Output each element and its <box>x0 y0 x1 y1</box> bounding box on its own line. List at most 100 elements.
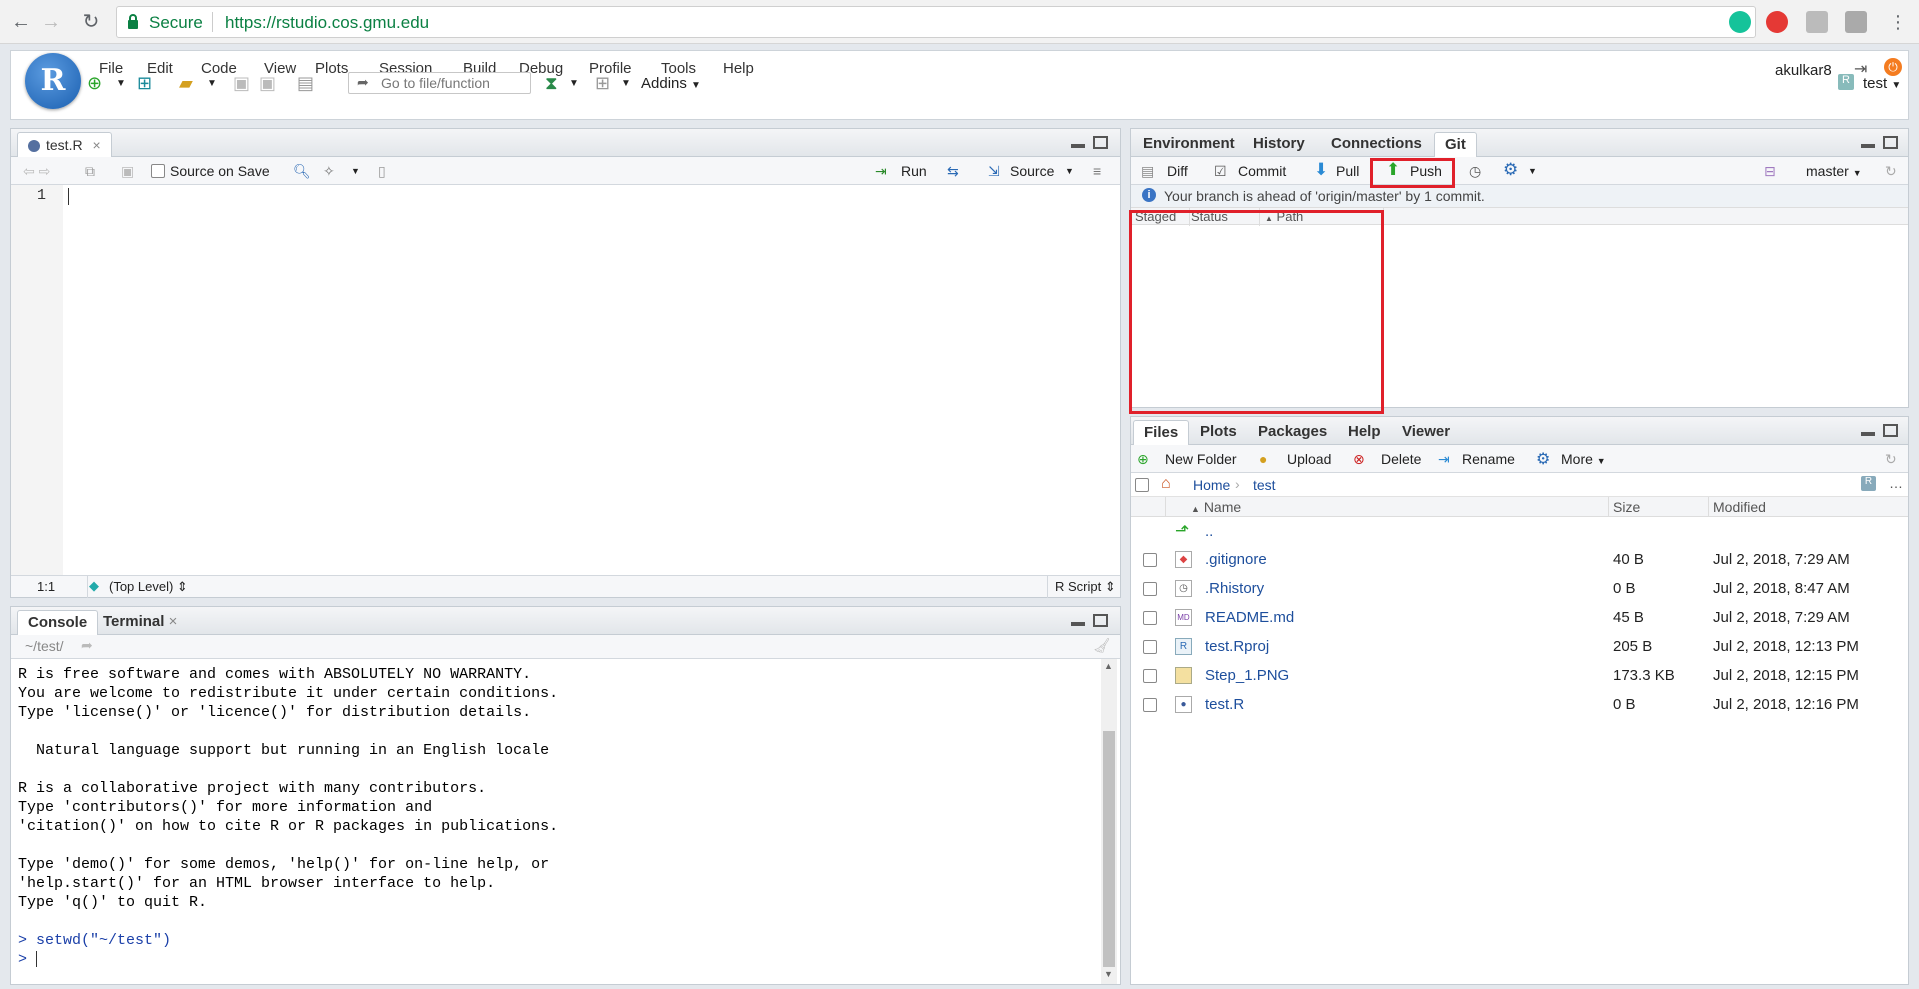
search-icon[interactable]: 🔍︎ <box>293 163 311 180</box>
parent-directory-link[interactable]: .. <box>1205 523 1213 540</box>
close-tab-icon[interactable]: × <box>169 613 178 630</box>
maximize-pane-icon[interactable] <box>1883 424 1898 437</box>
pull-button[interactable]: Pull <box>1336 163 1359 179</box>
maximize-pane-icon[interactable] <box>1883 136 1898 149</box>
go-to-project-icon[interactable]: R <box>1861 476 1876 491</box>
tab-packages[interactable]: Packages <box>1248 420 1337 445</box>
tab-terminal[interactable]: Terminal × <box>93 610 187 635</box>
scroll-down-arrow-icon[interactable]: ▼ <box>1104 969 1113 979</box>
code-editor[interactable] <box>63 185 1120 576</box>
chevron-down-icon[interactable]: ▼ <box>569 78 579 96</box>
menu-file[interactable]: File <box>99 60 123 77</box>
save-icon[interactable]: ▣ <box>233 73 250 93</box>
col-size[interactable]: Size <box>1613 499 1640 515</box>
branch-selector[interactable]: master ▼ <box>1806 163 1862 179</box>
file-name-link[interactable]: test.Rproj <box>1205 638 1269 655</box>
file-row[interactable]: Step_1.PNG 173.3 KB Jul 2, 2018, 12:15 PM <box>1131 663 1908 689</box>
scope-selector[interactable]: (Top Level) ⇕ <box>109 579 188 595</box>
file-name-link[interactable]: .Rhistory <box>1205 580 1264 597</box>
col-name[interactable]: ▲ Name <box>1191 499 1241 515</box>
tab-git[interactable]: Git <box>1434 132 1477 157</box>
breadcrumb-test[interactable]: test <box>1253 477 1276 493</box>
run-button[interactable]: Run <box>901 163 927 179</box>
console-output[interactable]: R is free software and comes with ABSOLU… <box>18 665 1098 980</box>
browser-menu-icon[interactable]: ⋮ <box>1885 9 1911 35</box>
new-file-icon[interactable]: ⊕ <box>87 73 102 93</box>
source-icon[interactable]: ⇲ <box>988 163 1000 180</box>
file-row[interactable]: MD README.md 45 B Jul 2, 2018, 7:29 AM <box>1131 605 1908 631</box>
diff-button[interactable]: Diff <box>1167 163 1188 179</box>
refresh-icon[interactable]: ↻ <box>1885 163 1897 180</box>
more-button[interactable]: More ▼ <box>1561 451 1606 467</box>
project-menu[interactable]: test ▼ <box>1863 75 1901 92</box>
scrollbar-thumb[interactable] <box>1103 731 1115 967</box>
chevron-down-icon[interactable]: ▼ <box>207 78 217 96</box>
breadcrumb-home[interactable]: Home <box>1193 477 1230 493</box>
delete-button[interactable]: Delete <box>1381 451 1421 467</box>
magic-wand-icon[interactable]: ✧ <box>323 163 335 180</box>
tab-help[interactable]: Help <box>1338 420 1391 445</box>
history-clock-icon[interactable]: ◷ <box>1469 163 1481 180</box>
tab-history[interactable]: History <box>1243 132 1315 157</box>
filetype-selector[interactable]: R Script ⇕ <box>1045 579 1116 595</box>
source-on-save-checkbox[interactable] <box>151 164 165 178</box>
parent-directory-row[interactable]: ⬏ .. <box>1131 519 1908 545</box>
reload-icon[interactable]: ↻ <box>78 9 104 35</box>
chevron-down-icon[interactable]: ▼ <box>1065 166 1074 176</box>
menu-help[interactable]: Help <box>723 60 754 77</box>
tab-files[interactable]: Files <box>1133 420 1190 445</box>
tab-connections[interactable]: Connections <box>1321 132 1432 157</box>
forward-arrow-icon[interactable]: → <box>38 9 64 35</box>
tab-console[interactable]: Console <box>17 610 99 635</box>
minimize-pane-icon[interactable] <box>1861 432 1875 436</box>
select-all-checkbox[interactable] <box>1135 478 1149 492</box>
maximize-pane-icon[interactable] <box>1093 136 1108 149</box>
opera-extension-icon[interactable] <box>1766 11 1788 33</box>
save-icon[interactable]: ▣ <box>121 163 134 180</box>
new-project-icon[interactable]: ⊞ <box>137 73 152 93</box>
minimize-pane-icon[interactable] <box>1071 622 1085 626</box>
file-checkbox[interactable] <box>1143 669 1157 683</box>
file-row[interactable]: Rtest.Rproj 205 B Jul 2, 2018, 12:13 PM <box>1131 634 1908 660</box>
file-name-link[interactable]: Step_1.PNG <box>1205 667 1289 684</box>
home-icon[interactable]: ⌂ <box>1161 475 1171 493</box>
open-file-icon[interactable]: ▰ <box>179 73 193 93</box>
console-input[interactable]: > <box>18 950 1098 969</box>
save-all-icon[interactable]: ▣ <box>259 73 276 93</box>
chevron-down-icon[interactable]: ▼ <box>621 78 631 96</box>
file-row[interactable]: ◆ .gitignore 40 B Jul 2, 2018, 7:29 AM <box>1131 547 1908 573</box>
gear-icon[interactable]: ⚙ <box>1503 160 1518 180</box>
file-name-link[interactable]: test.R <box>1205 696 1244 713</box>
go-to-file-input[interactable]: ➦ Go to file/function <box>348 72 531 94</box>
back-arrow-icon[interactable]: ← <box>8 9 34 35</box>
address-bar[interactable]: Secure https://rstudio.cos.gmu.edu ☆ <box>116 6 1756 38</box>
menu-code[interactable]: Code <box>201 60 237 77</box>
maximize-pane-icon[interactable] <box>1093 614 1108 627</box>
file-checkbox[interactable] <box>1143 553 1157 567</box>
addins-menu[interactable]: Addins ▼ <box>641 75 701 92</box>
upload-button[interactable]: Upload <box>1287 451 1331 467</box>
clear-console-icon[interactable]: 🧹︎ <box>1093 637 1111 654</box>
col-modified[interactable]: Modified <box>1713 499 1766 515</box>
url-text[interactable]: https://rstudio.cos.gmu.edu <box>225 13 429 33</box>
rename-button[interactable]: Rename <box>1462 451 1515 467</box>
chevron-down-icon[interactable]: ▼ <box>1528 166 1537 176</box>
tab-test-r[interactable]: test.R × <box>17 132 112 157</box>
refresh-icon[interactable]: ↻ <box>1885 451 1897 468</box>
close-tab-icon[interactable]: × <box>92 137 100 153</box>
tab-viewer[interactable]: Viewer <box>1392 420 1460 445</box>
tab-plots[interactable]: Plots <box>1190 420 1247 445</box>
source-button[interactable]: Source <box>1010 163 1054 179</box>
pdf-extension-icon[interactable] <box>1806 11 1828 33</box>
file-row[interactable]: ◷ .Rhistory 0 B Jul 2, 2018, 8:47 AM <box>1131 576 1908 602</box>
back-arrow-icon[interactable]: ⇦ ⇨ <box>23 163 50 180</box>
scroll-up-arrow-icon[interactable]: ▲ <box>1104 661 1113 671</box>
pane-layout-icon[interactable]: ⊞ <box>595 73 610 93</box>
file-checkbox[interactable] <box>1143 611 1157 625</box>
file-name-link[interactable]: .gitignore <box>1205 551 1267 568</box>
new-folder-button[interactable]: New Folder <box>1165 451 1237 467</box>
file-checkbox[interactable] <box>1143 698 1157 712</box>
menu-plots[interactable]: Plots <box>315 60 348 77</box>
minimize-pane-icon[interactable] <box>1861 144 1875 148</box>
go-to-directory-icon[interactable]: ➦ <box>81 637 93 654</box>
